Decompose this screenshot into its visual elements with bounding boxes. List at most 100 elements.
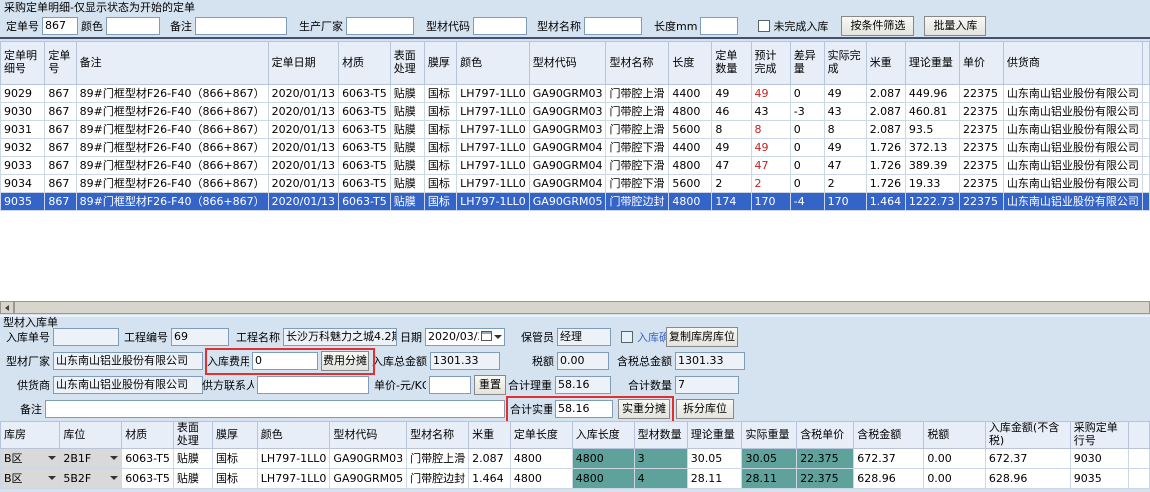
horizontal-scrollbar[interactable]	[0, 301, 1150, 314]
warehouse-select[interactable]: B区	[1, 449, 60, 469]
calendar-icon	[481, 331, 492, 341]
order-column-header[interactable]: 理论重量	[905, 42, 959, 85]
cell: LH797-1LL0	[457, 193, 530, 211]
project-name-field[interactable]: 长沙万科魅力之城4.2期	[283, 328, 397, 346]
supplier-field[interactable]: 山东南山铝业股份有限公司	[53, 376, 203, 394]
inbound-column-header[interactable]: 米重	[469, 422, 511, 449]
cell: 国标	[424, 85, 456, 103]
order-column-header[interactable]: 实际完成	[824, 42, 866, 85]
order-column-header[interactable]: 材质	[339, 42, 391, 85]
inbound-column-header[interactable]: 库房	[1, 422, 60, 449]
inbound-column-header[interactable]: 颜色	[257, 422, 330, 449]
color-input[interactable]	[106, 17, 160, 35]
length-input[interactable]	[700, 17, 738, 35]
order-column-header[interactable]: 膜厚	[424, 42, 456, 85]
order-column-header[interactable]: 预计完成	[751, 42, 790, 85]
order-column-header[interactable]: 单价	[960, 42, 1004, 85]
table-row[interactable]: B区2B1F6063-T5贴膜国标LH797-1LL0GA90GRM03门带腔上…	[1, 449, 1150, 469]
supplier-contact-field[interactable]	[257, 376, 369, 394]
table-row[interactable]: 903486789#门框型材F26-F40（866+867）2020/01/13…	[1, 175, 1150, 193]
profile-code-input[interactable]	[473, 17, 527, 35]
table-row[interactable]: 902986789#门框型材F26-F40（866+867）2020/01/13…	[1, 85, 1150, 103]
scrollbar-thumb[interactable]	[14, 301, 1150, 314]
table-row[interactable]: 903286789#门框型材F26-F40（866+867）2020/01/13…	[1, 139, 1150, 157]
order-column-header[interactable]: 定单数量	[712, 42, 751, 85]
inbound-column-header[interactable]: 理论重量	[687, 422, 742, 449]
remark-input[interactable]	[195, 17, 287, 35]
actual-allocate-button[interactable]: 实重分摊	[618, 399, 670, 419]
inbound-column-header[interactable]: 采购定单行号	[1070, 422, 1128, 449]
cell: 0	[790, 157, 824, 175]
tax-total-field[interactable]: 1301.33	[675, 352, 745, 370]
order-column-header[interactable]: 差异量	[790, 42, 824, 85]
cell: 9035	[1070, 469, 1128, 489]
inbound-column-header[interactable]: 入库长度	[572, 422, 634, 449]
order-column-header[interactable]: 供货商	[1003, 42, 1142, 85]
total-actual-field[interactable]: 58.16	[555, 400, 613, 418]
filter-by-condition-button[interactable]: 按条件筛选	[841, 16, 914, 36]
order-column-header[interactable]: 型材代码	[529, 42, 606, 85]
table-row[interactable]: 903186789#门框型材F26-F40（866+867）2020/01/13…	[1, 121, 1150, 139]
keeper-field[interactable]: 经理	[557, 328, 611, 346]
order-column-header[interactable]: 米重	[866, 42, 905, 85]
batch-inbound-button[interactable]: 批量入库	[924, 16, 986, 36]
filler-column	[1142, 42, 1149, 85]
table-row[interactable]: 903586789#门框型材F26-F40（866+867）2020/01/13…	[1, 193, 1150, 211]
inbound-column-header[interactable]: 定单长度	[510, 422, 572, 449]
receipt-no-field[interactable]	[53, 328, 119, 346]
inbound-column-header[interactable]: 表面处理	[173, 422, 212, 449]
cell: 4400	[669, 85, 712, 103]
inbound-column-header[interactable]: 库位	[60, 422, 122, 449]
scroll-left-button[interactable]	[0, 301, 14, 314]
project-no-field[interactable]: 69	[171, 328, 229, 346]
order-column-header[interactable]: 颜色	[457, 42, 530, 85]
cell: 9031	[1, 121, 45, 139]
total-qty-field[interactable]: 7	[675, 376, 739, 394]
order-no-input[interactable]	[42, 17, 78, 35]
unfinished-checkbox[interactable]	[758, 20, 770, 32]
inbound-column-header[interactable]: 实际重量	[742, 422, 797, 449]
inbound-column-header[interactable]: 含税金额	[854, 422, 924, 449]
unit-price-field[interactable]	[429, 376, 471, 394]
inbound-fee-field[interactable]: 0	[252, 352, 318, 370]
filler-cell	[1142, 193, 1149, 211]
cell: 89#门框型材F26-F40（866+867）	[76, 175, 268, 193]
reset-button[interactable]: 重置	[474, 375, 506, 395]
inbound-column-header[interactable]: 入库金额(不含税)	[985, 422, 1070, 449]
copy-warehouse-button[interactable]: 复制库房库位	[666, 327, 738, 347]
order-column-header[interactable]: 表面处理	[390, 42, 424, 85]
inbound-column-header[interactable]: 含税单价	[797, 422, 854, 449]
profile-manufacturer-field[interactable]: 山东南山铝业股份有限公司	[53, 352, 203, 370]
fee-allocate-button[interactable]: 费用分摊	[321, 351, 369, 371]
order-column-header[interactable]: 定单号	[45, 42, 76, 85]
inbound-column-header[interactable]: 膜厚	[213, 422, 258, 449]
location-select[interactable]: 5B2F	[60, 469, 122, 489]
profile-name-input[interactable]	[584, 17, 642, 35]
inbound-column-header[interactable]: 税额	[924, 422, 986, 449]
order-column-header[interactable]: 型材名称	[606, 42, 669, 85]
inbound-confirm-checkbox[interactable]	[621, 331, 633, 343]
warehouse-select[interactable]: B区	[1, 469, 60, 489]
inbound-column-header[interactable]: 材质	[122, 422, 174, 449]
remark-field[interactable]	[45, 400, 505, 418]
table-row[interactable]: B区5B2F6063-T5贴膜国标LH797-1LL0GA90GRM05门带腔边…	[1, 469, 1150, 489]
inbound-column-header[interactable]: 型材代码	[330, 422, 407, 449]
inbound-column-header[interactable]: 型材数量	[634, 422, 687, 449]
order-column-header[interactable]: 定单明细号	[1, 42, 45, 85]
tax-field[interactable]: 0.00	[557, 352, 609, 370]
date-field[interactable]: 2020/03/31	[425, 328, 505, 346]
location-select[interactable]: 2B1F	[60, 449, 122, 469]
table-row[interactable]: 903386789#门框型材F26-F40（866+867）2020/01/13…	[1, 157, 1150, 175]
table-row[interactable]: 903086789#门框型材F26-F40（866+867）2020/01/13…	[1, 103, 1150, 121]
chevron-down-icon[interactable]	[494, 335, 502, 339]
order-column-header[interactable]: 备注	[76, 42, 268, 85]
inbound-total-field[interactable]: 1301.33	[430, 352, 500, 370]
manufacturer-input[interactable]	[346, 17, 414, 35]
inbound-column-header[interactable]: 型材名称	[407, 422, 469, 449]
cell: 22375	[960, 103, 1004, 121]
split-location-button[interactable]: 拆分库位	[676, 399, 734, 419]
order-column-header[interactable]: 定单日期	[268, 42, 338, 85]
total-theory-field[interactable]: 58.16	[555, 376, 611, 394]
order-column-header[interactable]: 长度	[669, 42, 712, 85]
filler-cell	[1142, 121, 1149, 139]
